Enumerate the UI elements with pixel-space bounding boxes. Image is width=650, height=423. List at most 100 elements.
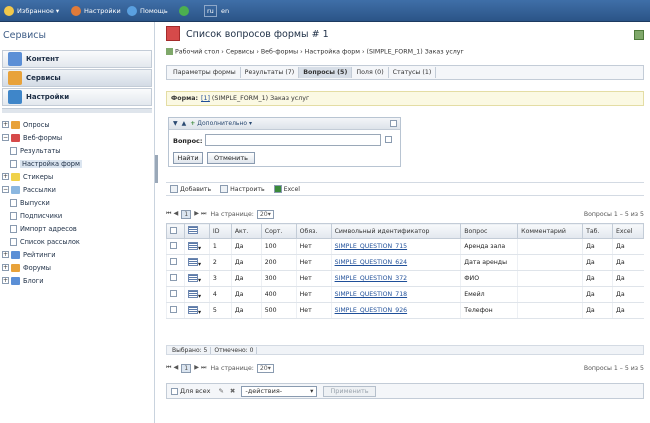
row-menu-icon[interactable] xyxy=(187,241,198,250)
question-filter-input[interactable] xyxy=(205,134,381,146)
pager-current[interactable]: 1 xyxy=(181,363,192,373)
col-id[interactable]: ID xyxy=(208,223,232,239)
filter-toolbar: ▼ ▲ + Дополнительно ▾ xyxy=(169,118,400,130)
apply-button[interactable]: Применить xyxy=(323,385,376,397)
edit-icon[interactable]: ✎ xyxy=(218,387,223,395)
breadcrumb[interactable]: Рабочий стол › Сервисы › Веб-формы › Нас… xyxy=(166,48,464,56)
col-question[interactable]: Вопрос xyxy=(460,223,519,239)
row-menu-icon[interactable] xyxy=(187,305,198,314)
page-size-select[interactable]: 20 ▾ xyxy=(256,209,274,219)
question-sid-link[interactable]: SIMPLE_QUESTION_715 xyxy=(335,243,408,250)
sidebar-section-content[interactable]: Контент xyxy=(2,50,152,68)
tree-item-results[interactable]: Результаты xyxy=(10,145,60,156)
selected-count: Выбрано: 5 xyxy=(169,346,212,354)
table-row[interactable]: ▾ 4 Да 400 Нет SIMPLE_QUESTION_718 Емейл Да Д… xyxy=(166,286,644,303)
question-sid-link[interactable]: SIMPLE_QUESTION_926 xyxy=(335,307,408,314)
col-sid[interactable]: Символьный идентификатор xyxy=(330,223,462,239)
tree-item-stickers[interactable]: + Стикеры xyxy=(2,171,53,182)
help-link[interactable]: Помощь xyxy=(127,5,168,17)
tree-item-import[interactable]: Импорт адресов xyxy=(10,223,77,234)
header-checkbox-cell[interactable] xyxy=(166,223,185,239)
tree-item-form-settings[interactable]: Настройка форм xyxy=(10,158,82,169)
filter-collapse-icon[interactable]: ▲ xyxy=(182,120,187,127)
filter-menu-icon[interactable]: ▼ xyxy=(173,120,178,127)
tab-statuses[interactable]: Статусы (1) xyxy=(389,67,437,78)
pager-summary: Вопросы 1 – 5 из 5 xyxy=(583,364,644,372)
star-icon xyxy=(4,6,14,16)
print-icon[interactable] xyxy=(634,30,644,40)
lang-en[interactable]: en xyxy=(221,5,229,17)
sidebar-section-services[interactable]: Сервисы xyxy=(2,69,152,87)
row-menu-icon[interactable] xyxy=(187,257,198,266)
find-button[interactable]: Найти xyxy=(173,152,203,164)
add-button[interactable]: Добавить xyxy=(170,185,211,193)
sidebar-section-settings[interactable]: Настройки xyxy=(2,88,152,106)
favorites-menu[interactable]: Избранное ▾ xyxy=(4,5,59,17)
filter-checkbox[interactable] xyxy=(385,136,392,143)
tree-item-blogs[interactable]: + Блоги xyxy=(2,275,44,286)
tree-item-subscribers[interactable]: Подписчики xyxy=(10,210,62,221)
lang-ru[interactable]: ru xyxy=(204,5,217,17)
pager-summary: Вопросы 1 – 5 из 5 xyxy=(583,210,644,218)
row-checkbox[interactable] xyxy=(170,306,177,313)
table-row[interactable]: ▾ 2 Да 200 Нет SIMPLE_QUESTION_624 Дата аре… xyxy=(166,254,644,271)
col-tab[interactable]: Таб. xyxy=(582,223,613,239)
action-select[interactable]: -действия- ▾ xyxy=(241,385,318,397)
row-menu-icon[interactable] xyxy=(187,289,198,298)
refresh-button[interactable] xyxy=(179,5,192,17)
tab-form-params[interactable]: Параметры формы xyxy=(169,67,241,78)
excel-button[interactable]: Excel xyxy=(273,185,300,193)
question-sid-link[interactable]: SIMPLE_QUESTION_624 xyxy=(335,259,408,266)
filter-extra-button[interactable]: Дополнительно xyxy=(197,120,247,127)
col-comment[interactable]: Комментарий xyxy=(517,223,584,239)
settings-link[interactable]: Настройки xyxy=(71,5,121,17)
group-actions-bar: Для всех ✎ ✖ -действия- ▾ Применить xyxy=(166,383,644,399)
tab-fields[interactable]: Поля (0) xyxy=(352,67,389,78)
form-link[interactable]: [1] xyxy=(201,95,210,102)
delete-icon[interactable]: ✖ xyxy=(230,387,235,395)
grid-toolbar: Добавить Настроить Excel xyxy=(166,182,644,196)
grid-menu-icon[interactable] xyxy=(187,226,198,234)
sidebar-splitter[interactable] xyxy=(2,108,152,113)
table-row[interactable]: ▾ 1 Да 100 Нет SIMPLE_QUESTION_715 Аренда з… xyxy=(166,238,644,255)
tree-item-webforms[interactable]: − Веб-формы xyxy=(2,132,62,143)
pager-nav-last[interactable]: ▶ ⏭ xyxy=(194,210,206,218)
row-checkbox[interactable] xyxy=(170,274,177,281)
pager-nav-first[interactable]: ⏮ ◀ xyxy=(166,364,178,372)
table-row[interactable]: ▾ 3 Да 300 Нет SIMPLE_QUESTION_372 ФИО Да Да xyxy=(166,270,644,287)
tree-item-mailing-list[interactable]: Список рассылок xyxy=(10,236,80,247)
add-icon xyxy=(170,185,178,193)
sidebar: Сервисы Контент Сервисы Настройки + Опрос… xyxy=(0,22,155,423)
tab-bar: Параметры формы Результаты (7) Вопросы (… xyxy=(166,65,644,80)
tree-item-ratings[interactable]: + Рейтинги xyxy=(2,249,56,260)
col-excel[interactable]: Excel xyxy=(611,223,645,239)
for-all-checkbox[interactable] xyxy=(171,387,178,395)
cancel-filter-button[interactable]: Отменить xyxy=(207,152,255,164)
page-size-select[interactable]: 20 ▾ xyxy=(256,363,274,373)
tab-results[interactable]: Результаты (7) xyxy=(241,67,300,78)
top-admin-bar: Избранное ▾ Настройки Помощь ru en xyxy=(0,0,650,22)
col-active[interactable]: Акт. xyxy=(230,223,262,239)
select-all-checkbox[interactable] xyxy=(170,226,177,234)
pager-nav-last[interactable]: ▶ ⏭ xyxy=(194,364,206,372)
pager-nav-first[interactable]: ⏮ ◀ xyxy=(166,210,178,218)
row-checkbox[interactable] xyxy=(170,242,177,249)
col-required[interactable]: Обяз. xyxy=(295,223,332,239)
row-menu-icon[interactable] xyxy=(187,273,198,282)
configure-button[interactable]: Настроить xyxy=(220,185,265,193)
tree-item-forums[interactable]: + Форумы xyxy=(2,262,51,273)
row-checkbox[interactable] xyxy=(170,258,177,265)
tree-item-mailings[interactable]: − Рассылки xyxy=(2,184,56,195)
tree-item-polls[interactable]: + Опросы xyxy=(2,119,50,130)
pager-current[interactable]: 1 xyxy=(181,209,192,219)
col-sort[interactable]: Сорт. xyxy=(260,223,297,239)
row-checkbox[interactable] xyxy=(170,290,177,297)
table-row[interactable]: ▾ 5 Да 500 Нет SIMPLE_QUESTION_926 Телефон Д… xyxy=(166,302,644,319)
question-sid-link[interactable]: SIMPLE_QUESTION_718 xyxy=(335,291,408,298)
tab-questions[interactable]: Вопросы (5) xyxy=(299,67,353,78)
mail-icon xyxy=(11,185,20,194)
question-sid-link[interactable]: SIMPLE_QUESTION_372 xyxy=(335,275,408,282)
tree-item-issues[interactable]: Выпуски xyxy=(10,197,50,208)
filter-close-icon[interactable] xyxy=(390,120,397,127)
sidebar-title: Сервисы xyxy=(3,30,47,41)
